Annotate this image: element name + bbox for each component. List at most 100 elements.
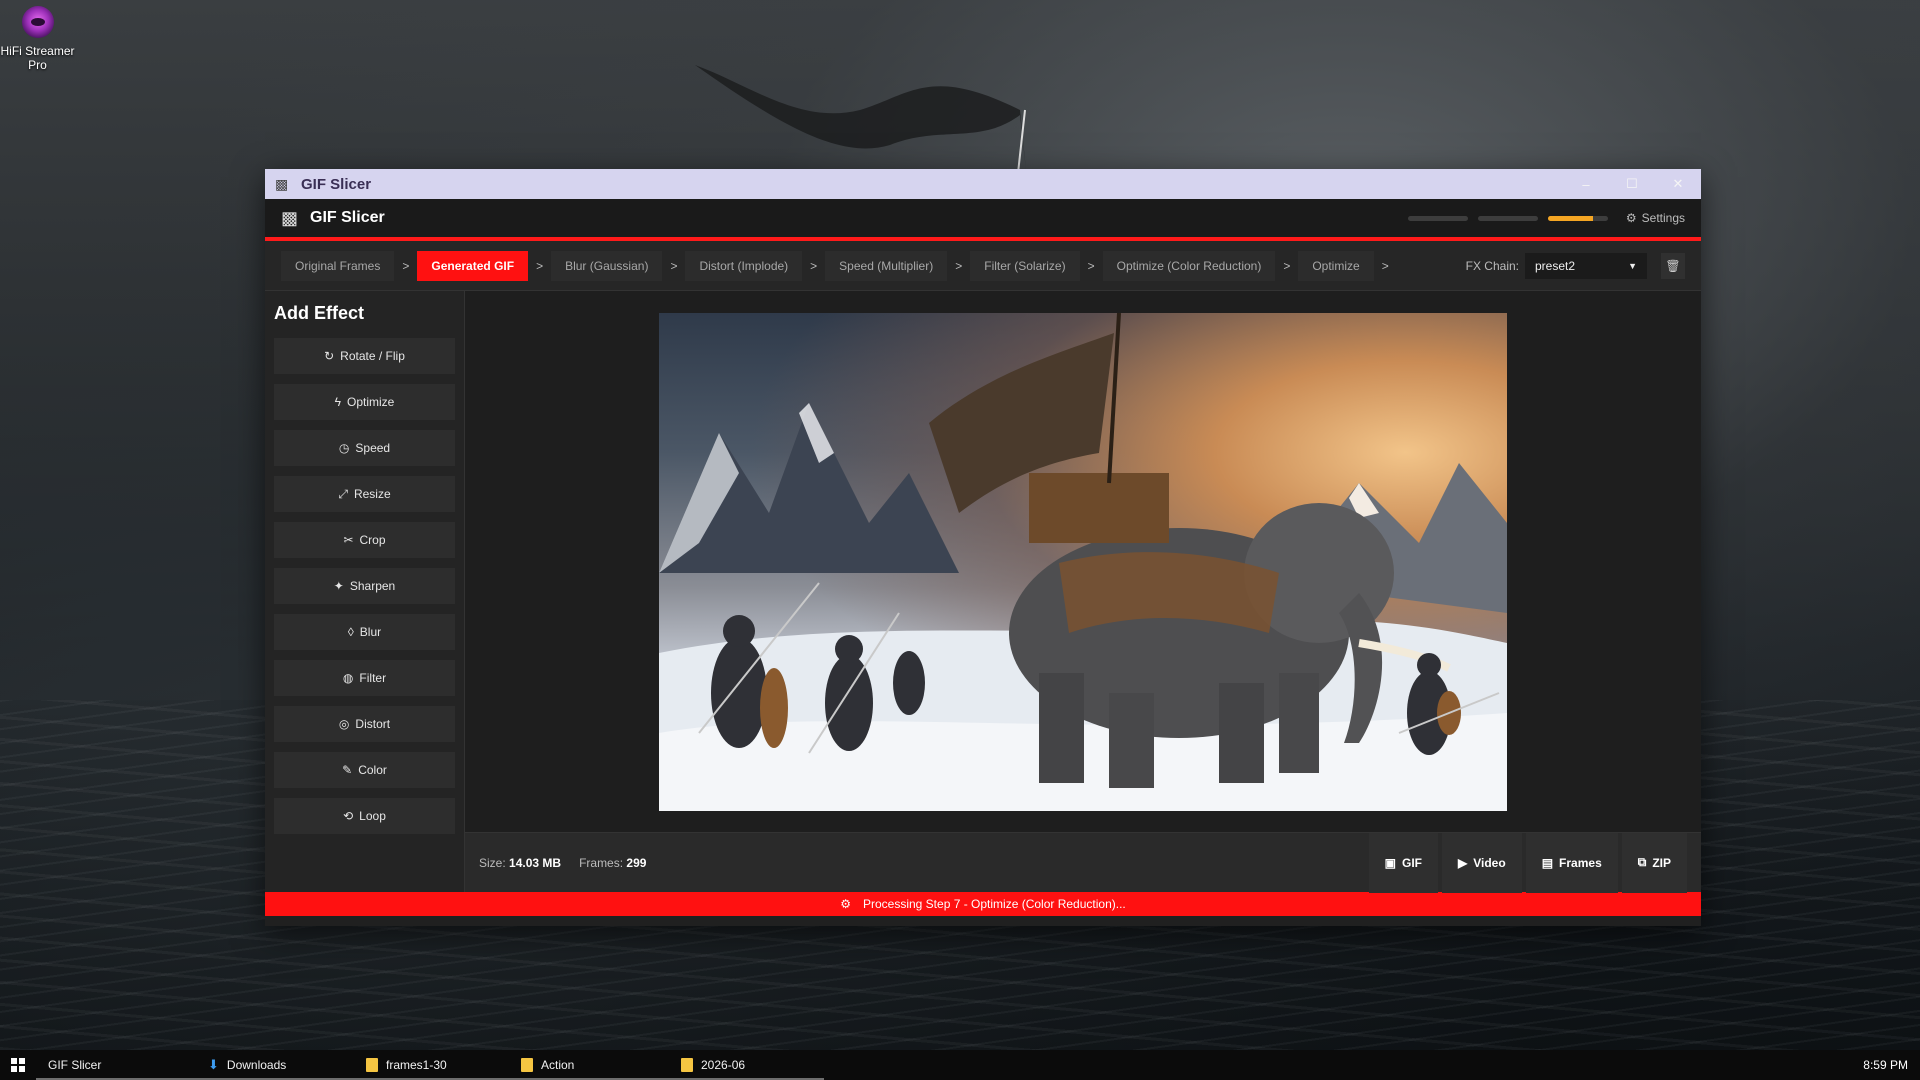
size-label: Size: [479, 855, 506, 870]
effect-button-blur[interactable]: ◊ Blur [274, 614, 455, 650]
tab-separator: > [402, 258, 410, 273]
close-button[interactable]: ✕ [1655, 169, 1701, 199]
desktop-icon-hifi-streamer[interactable]: HiFi Streamer Pro [0, 6, 75, 72]
main-panel: Size: 14.03 MB Frames: 299 ▣ GIF ▶ Video ▤… [465, 291, 1701, 893]
progress-bar-2 [1477, 215, 1538, 221]
progress-bar-3 [1547, 215, 1608, 221]
fx-chain-select[interactable]: preset2 ▼ [1525, 252, 1647, 279]
app-logo-icon: ▩ [275, 176, 289, 192]
spinner-icon: ⚙ [840, 897, 851, 911]
export-label: Video [1473, 855, 1506, 870]
tab-separator: > [1283, 258, 1291, 273]
effect-button-speed[interactable]: ◷ Speed [274, 430, 455, 466]
pipeline-tabbar: Original Frames > Generated GIF > Blur (… [265, 241, 1701, 291]
tab-optimize[interactable]: Optimize [1298, 250, 1374, 281]
effect-label: Speed [355, 441, 391, 455]
effect-button-distort[interactable]: ◎ Distort [274, 706, 455, 742]
tab-separator: > [1087, 258, 1095, 273]
tab-generated-gif[interactable]: Generated GIF [417, 250, 529, 281]
effect-button-filter[interactable]: ◍ Filter [274, 660, 455, 696]
processing-text: Processing Step 7 - Optimize (Color Redu… [862, 897, 1126, 911]
folder-icon [521, 1058, 533, 1072]
tab-distort-implode[interactable]: Distort (Implode) [685, 250, 803, 281]
fx-chain-label: FX Chain: [1465, 258, 1519, 273]
effect-button-crop[interactable]: ✂ Crop [274, 522, 455, 558]
preview-artwork [659, 312, 1507, 811]
folder-icon [366, 1058, 378, 1072]
taskbar-item-downloads[interactable]: ⬇ Downloads [196, 1050, 354, 1080]
sparkle-icon: ✦ [333, 579, 344, 593]
export-zip-button[interactable]: ⧉ ZIP [1621, 832, 1687, 893]
effect-label: Resize [353, 487, 391, 501]
taskbar-label: Downloads [226, 1058, 287, 1072]
taskbar-item-2026-06[interactable]: 2026-06 [669, 1050, 824, 1080]
tab-speed-multiplier[interactable]: Speed (Multiplier) [825, 250, 948, 281]
tab-separator: > [955, 258, 963, 273]
taskbar: GIF Slicer ⬇ Downloads frames1-30 Action… [0, 1050, 1920, 1080]
loop-icon: ⟲ [343, 809, 354, 823]
export-frames-button[interactable]: ▤ Frames [1525, 832, 1618, 893]
gif-slicer-window: ▩ GIF Slicer – ☐ ✕ ▩ GIF Slicer ⚙ Settin… [265, 169, 1701, 926]
export-label: GIF [1402, 855, 1422, 870]
app-header: ▩ GIF Slicer ⚙ Settings [265, 199, 1701, 241]
gif-preview-image[interactable] [659, 312, 1507, 811]
tab-original-frames[interactable]: Original Frames [281, 250, 395, 281]
minimize-button[interactable]: – [1563, 169, 1609, 199]
workspace: Add Effect ↻ Rotate / Flip ϟ Optimize ◷ Spe… [265, 291, 1701, 893]
zip-icon: ⧉ [1637, 855, 1647, 869]
fx-chain-control: FX Chain: preset2 ▼ 🗑 [1465, 252, 1685, 279]
progress-indicators [1407, 215, 1608, 221]
export-video-button[interactable]: ▶ Video [1442, 832, 1522, 893]
rotate-icon: ↻ [324, 349, 335, 363]
processing-status-bar: ⚙ Processing Step 7 - Optimize (Color Re… [265, 892, 1701, 916]
tab-separator: > [670, 258, 678, 273]
taskbar-clock: 8:59 PM [1863, 1058, 1908, 1072]
start-button[interactable] [0, 1050, 36, 1080]
window-titlebar[interactable]: ▩ GIF Slicer – ☐ ✕ [265, 169, 1701, 199]
save-icon: ▣ [1384, 855, 1396, 870]
effect-button-optimize[interactable]: ϟ Optimize [274, 384, 455, 420]
taskbar-item-action[interactable]: Action [509, 1050, 669, 1080]
taskbar-label: Action [541, 1058, 575, 1072]
effect-button-sharpen[interactable]: ✦ Sharpen [274, 568, 455, 604]
effect-button-resize[interactable]: ⤢ Resize [274, 476, 455, 512]
tab-separator: > [1381, 258, 1389, 273]
folder-icon [681, 1058, 693, 1072]
effect-label: Color [358, 763, 387, 777]
crop-icon: ✂ [343, 533, 354, 547]
effect-button-loop[interactable]: ⟲ Loop [274, 798, 455, 834]
taskbar-item-gif-slicer[interactable]: GIF Slicer [36, 1050, 196, 1080]
window-title: GIF Slicer [301, 175, 372, 193]
frames-label: Frames: [579, 855, 624, 870]
export-label: ZIP [1652, 855, 1671, 870]
frame-count-info: Frames: 299 [579, 856, 646, 870]
trash-icon: 🗑 [1665, 258, 1681, 273]
chevron-down-icon: ▼ [1628, 260, 1637, 271]
effect-button-rotate-flip[interactable]: ↻ Rotate / Flip [274, 338, 455, 374]
settings-button[interactable]: ⚙ Settings [1626, 211, 1685, 225]
effect-label: Sharpen [349, 579, 396, 593]
taskbar-item-frames1-30[interactable]: frames1-30 [354, 1050, 509, 1080]
delete-chain-button[interactable]: 🗑 [1661, 252, 1685, 279]
file-size-info: Size: 14.03 MB [479, 856, 561, 870]
tab-blur-gaussian[interactable]: Blur (Gaussian) [551, 250, 663, 281]
lightning-icon: ϟ [334, 395, 341, 409]
effect-label: Optimize [347, 395, 395, 409]
tab-optimize-color-reduction[interactable]: Optimize (Color Reduction) [1102, 250, 1276, 281]
effect-label: Distort [355, 717, 391, 731]
gif-preview-area [465, 291, 1701, 832]
tab-filter-solarize[interactable]: Filter (Solarize) [970, 250, 1080, 281]
effect-button-color[interactable]: ✎ Color [274, 752, 455, 788]
effect-label: Rotate / Flip [340, 349, 405, 363]
droplet-icon: ◊ [347, 625, 354, 639]
frames-value: 299 [626, 855, 647, 870]
brush-icon: ✎ [342, 763, 353, 777]
effect-label: Filter [359, 671, 387, 685]
fx-chain-value: preset2 [1535, 258, 1576, 273]
maximize-button[interactable]: ☐ [1609, 169, 1655, 199]
taskbar-label: GIF Slicer [48, 1058, 102, 1072]
export-gif-button[interactable]: ▣ GIF [1368, 832, 1438, 893]
app-header-logo-icon: ▩ [281, 207, 299, 228]
add-effect-sidebar: Add Effect ↻ Rotate / Flip ϟ Optimize ◷ Spe… [265, 291, 465, 892]
size-value: 14.03 MB [509, 855, 562, 870]
